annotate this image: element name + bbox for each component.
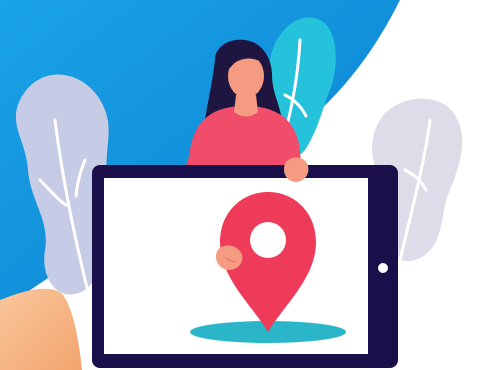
tablet-home-button — [378, 263, 388, 273]
illustration-svg — [0, 0, 478, 370]
neck — [234, 95, 258, 117]
illustration — [0, 0, 478, 370]
